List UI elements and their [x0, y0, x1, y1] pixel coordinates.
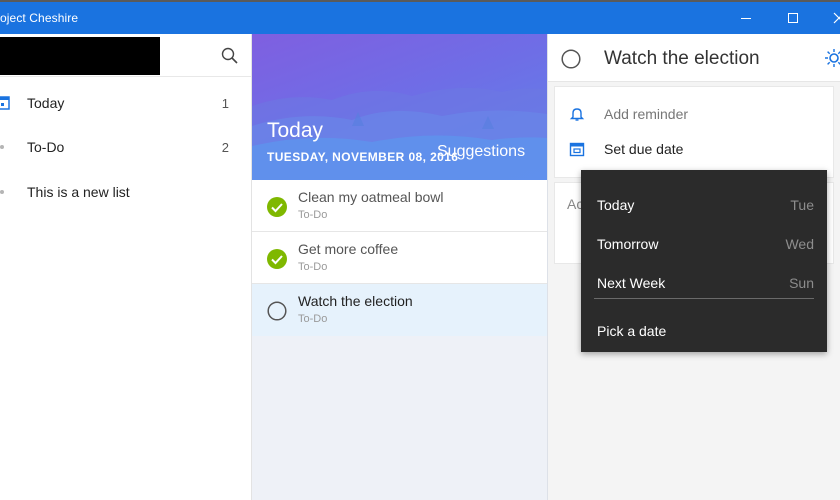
maximize-button[interactable]	[770, 2, 816, 34]
menu-separator	[594, 298, 814, 299]
menu-item-label: Tomorrow	[597, 236, 659, 252]
search-icon[interactable]	[220, 46, 240, 66]
task-circle-icon[interactable]	[561, 49, 581, 69]
today-banner: Today TUESDAY, NOVEMBER 08, 2016 Suggest…	[252, 34, 547, 180]
calendar-icon	[0, 96, 10, 110]
task-circle-icon[interactable]	[267, 301, 287, 321]
search-input[interactable]	[0, 37, 160, 75]
sidebar-item-today[interactable]: Today 1	[0, 81, 251, 125]
completed-check-icon[interactable]	[267, 197, 287, 217]
task-item[interactable]: Get more coffee To-Do	[252, 232, 547, 284]
menu-item-day: Wed	[785, 236, 814, 252]
minimize-button[interactable]	[723, 2, 769, 34]
menu-item-day: Sun	[789, 275, 814, 291]
task-list-name: To-Do	[298, 313, 328, 325]
menu-item-next-week[interactable]: Next Week Sun	[581, 256, 827, 294]
sidebar-item-to-do[interactable]: To-Do 2	[0, 125, 251, 169]
menu-item-day: Tue	[790, 197, 814, 213]
banner-date: TUESDAY, NOVEMBER 08, 2016	[267, 150, 459, 164]
menu-item-label: Next Week	[597, 275, 666, 291]
menu-item-tomorrow[interactable]: Tomorrow Wed	[581, 217, 827, 255]
sidebar-item-label: This is a new list	[27, 184, 130, 200]
task-title: Watch the election	[298, 293, 413, 309]
detail-header: Watch the election	[548, 34, 840, 82]
menu-item-pick-a-date[interactable]: Pick a date	[581, 304, 827, 342]
close-button[interactable]	[816, 2, 840, 34]
task-item[interactable]: Clean my oatmeal bowl To-Do	[252, 180, 547, 232]
sidebar-item-count: 2	[221, 139, 229, 155]
task-title: Get more coffee	[298, 241, 399, 257]
sidebar-item-label: To-Do	[27, 139, 65, 155]
minimize-icon	[741, 17, 751, 19]
due-date-menu: Today Tue Tomorrow Wed Next Week Sun Pic…	[581, 170, 827, 352]
add-reminder-row[interactable]: Add reminder	[555, 97, 835, 131]
task-list-name: To-Do	[298, 261, 328, 273]
task-list-name: To-Do	[298, 209, 328, 221]
sidebar-item-count: 1	[221, 95, 229, 111]
completed-check-icon[interactable]	[267, 249, 287, 269]
window-title: oject Cheshire	[0, 11, 79, 25]
sidebar-item-new-list[interactable]: This is a new list	[0, 170, 251, 214]
menu-item-label: Pick a date	[597, 323, 667, 339]
set-due-date-row[interactable]: Set due date	[555, 132, 835, 166]
dot-icon	[0, 145, 4, 149]
add-reminder-label: Add reminder	[604, 106, 689, 122]
detail-title[interactable]: Watch the election	[604, 48, 760, 70]
calendar-icon	[569, 142, 585, 157]
sun-icon[interactable]	[824, 48, 840, 68]
task-list-pane: Today TUESDAY, NOVEMBER 08, 2016 Suggest…	[252, 34, 548, 500]
close-icon	[833, 12, 840, 24]
banner-title: Today	[267, 119, 324, 142]
task-title: Clean my oatmeal bowl	[298, 189, 444, 205]
set-due-date-label: Set due date	[604, 141, 684, 157]
menu-item-today[interactable]: Today Tue	[581, 178, 827, 216]
sidebar: Today 1 To-Do 2 This is a new list	[0, 34, 252, 500]
reminder-card: Add reminder Set due date	[554, 86, 834, 178]
task-item-selected[interactable]: Watch the election To-Do	[252, 284, 547, 336]
sidebar-item-label: Today	[27, 95, 65, 111]
menu-item-label: Today	[597, 197, 635, 213]
suggestions-button[interactable]: Suggestions	[437, 143, 525, 161]
search-row	[0, 34, 251, 77]
maximize-icon	[788, 13, 798, 23]
title-bar: oject Cheshire	[0, 0, 840, 34]
dot-icon	[0, 190, 4, 194]
bell-icon	[569, 108, 585, 121]
